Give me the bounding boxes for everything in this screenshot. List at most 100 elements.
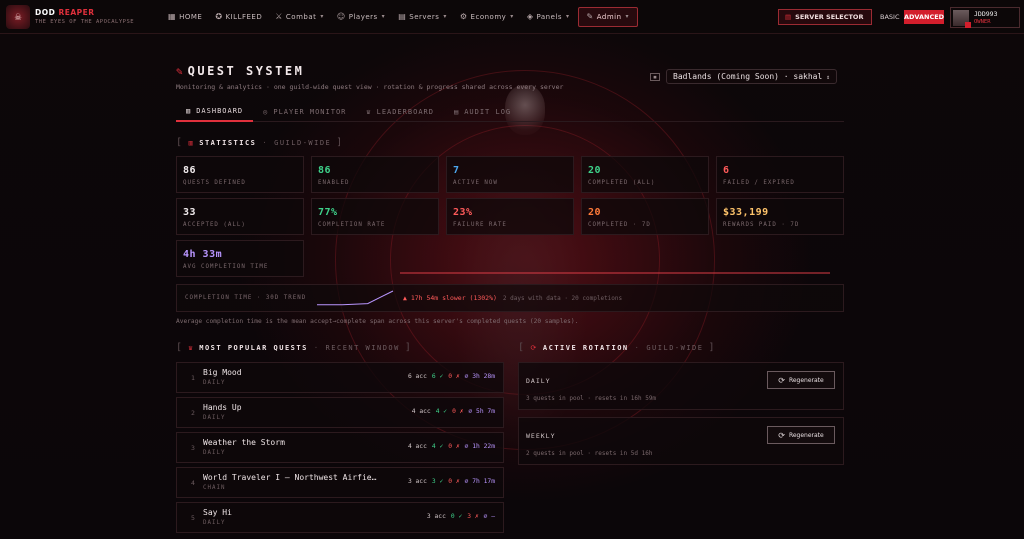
- quest-type: CHAIN: [203, 485, 226, 491]
- stat-value: 20: [588, 165, 602, 176]
- tab-leaderboard[interactable]: ♛ LEADERBOARD: [356, 102, 444, 122]
- stat-label: FAILURE RATE: [453, 222, 507, 228]
- bg-line: [400, 272, 830, 274]
- trend-delta: ▲ 17h 54m slower (1302%): [403, 294, 497, 302]
- brand-logo[interactable]: ☠ DOD REAPER THE EYES OF THE APOCALYPSE: [6, 4, 156, 29]
- tab-label: DASHBOARD: [196, 107, 244, 115]
- rotation-tag: GUILD-WIDE: [646, 343, 704, 352]
- quest-completed: 4 ✓: [435, 408, 448, 415]
- quest-stats: 3 acc 3 ✓ 0 ✗ ⌀ 7h 17m: [408, 478, 495, 485]
- stat-card: 20 COMPLETED · 7D: [581, 198, 709, 235]
- rotation-title: ACTIVE ROTATION: [542, 343, 629, 352]
- server-icon: ▪: [650, 72, 660, 81]
- refresh-icon: ⟳: [778, 430, 785, 440]
- bracket: [: [176, 342, 184, 353]
- user-menu[interactable]: JDD993 OWNER: [950, 7, 1020, 28]
- chevron-down-icon: ▾: [443, 13, 447, 20]
- chevron-down-icon: ▾: [566, 13, 570, 20]
- stat-value: 4h 33m: [183, 249, 223, 260]
- stat-value: 86: [318, 165, 332, 176]
- bracket: [: [518, 342, 526, 353]
- chart-icon: ▥: [188, 138, 195, 147]
- server-selector-button[interactable]: ▤ SERVER SELECTOR: [778, 9, 872, 25]
- quest-stats: 4 acc 4 ✓ 0 ✗ ⌀ 1h 22m: [408, 443, 495, 450]
- nav-item-servers[interactable]: ▤ Servers ▾: [393, 7, 452, 27]
- stat-label: AVG COMPLETION TIME: [183, 264, 269, 270]
- brand-title: DOD REAPER: [35, 8, 134, 17]
- popular-title: MOST POPULAR QUESTS: [199, 343, 308, 352]
- trophy-icon: ♛: [188, 343, 195, 352]
- rotation-detail: 3 quests in pool · resets in 16h 59m: [526, 395, 657, 402]
- regenerate-label: Regenerate: [788, 431, 824, 439]
- quest-failed: 0 ✗: [448, 443, 460, 450]
- nav-item-killfeed[interactable]: ✪ KILLFEED: [210, 7, 267, 27]
- trend-label: COMPLETION TIME · 30D TREND: [185, 295, 307, 301]
- chevron-down-icon: ▾: [625, 13, 630, 20]
- stat-card: $33,199 REWARDS PAID · 7D: [716, 198, 844, 235]
- brand-title-b: REAPER: [58, 8, 95, 17]
- quest-avg-time: ⌀ 3h 28m: [464, 373, 495, 380]
- quest-rank: 5: [191, 514, 195, 522]
- quest-avg-time: ⌀ 5h 7m: [468, 408, 495, 415]
- tab-label: PLAYER MONITOR: [273, 108, 347, 116]
- quest-name: World Traveler I — Northwest Airfie…: [203, 473, 377, 482]
- nav-item-label: Combat: [285, 12, 317, 21]
- quest-type: DAILY: [203, 415, 226, 421]
- quest-row[interactable]: 3 Weather the Storm DAILY 4 acc 4 ✓ 0 ✗ ⌀ 1h 2…: [176, 432, 504, 463]
- nav-players-icon: ☺: [336, 12, 346, 21]
- stat-card: 20 COMPLETED (ALL): [581, 156, 709, 193]
- nav-item-label: HOME: [179, 12, 203, 21]
- quest-rank: 3: [191, 444, 195, 452]
- bracket: [: [176, 137, 184, 148]
- tab-bar: ▥ DASHBOARD ◎ PLAYER MONITOR ♛ LEADERBOARD ▤ AU…: [176, 102, 844, 122]
- brand-title-a: DOD: [35, 8, 56, 17]
- stat-card: 23% FAILURE RATE: [446, 198, 574, 235]
- rotation-heading: WEEKLY: [526, 432, 556, 440]
- stat-card: 4h 33m AVG COMPLETION TIME: [176, 240, 304, 277]
- nav-item-home[interactable]: ▦ HOME: [163, 7, 207, 27]
- nav-item-panels[interactable]: ◈ Panels ▾: [522, 7, 575, 27]
- regenerate-button[interactable]: ⟳ Regenerate: [767, 371, 835, 389]
- popular-tag: RECENT WINDOW: [325, 343, 400, 352]
- advanced-mode-toggle[interactable]: ADVANCED: [904, 10, 944, 24]
- nav-home-icon: ▦: [168, 12, 177, 21]
- quest-row[interactable]: 1 Big Mood DAILY 6 acc 6 ✓ 0 ✗ ⌀ 3h 28m: [176, 362, 504, 393]
- nav-item-admin[interactable]: ✎ Admin ▾: [577, 6, 639, 27]
- nav-item-combat[interactable]: ⚔ Combat ▾: [270, 7, 329, 27]
- brand-subtitle: THE EYES OF THE APOCALYPSE: [35, 19, 135, 25]
- quest-name: Big Mood: [203, 368, 242, 377]
- stat-card: 77% COMPLETION RATE: [311, 198, 439, 235]
- stat-label: COMPLETED (ALL): [588, 180, 656, 186]
- quest-type: DAILY: [203, 380, 226, 386]
- server-selector-label: SERVER SELECTOR: [795, 13, 864, 21]
- stat-label: FAILED / EXPIRED: [723, 180, 795, 186]
- quest-failed: 0 ✗: [448, 478, 460, 485]
- trend-sparkline: [317, 290, 394, 306]
- separator: ·: [262, 138, 269, 147]
- refresh-icon: ⟳: [530, 343, 538, 352]
- tab-dashboard[interactable]: ▥ DASHBOARD: [176, 102, 254, 122]
- quest-row[interactable]: 4 World Traveler I — Northwest Airfie… CHA…: [176, 467, 504, 498]
- nav-item-economy[interactable]: ⚙ Economy ▾: [455, 7, 519, 27]
- server-dropdown[interactable]: ▪ Badlands (Coming Soon) · sakhal ⇕: [650, 69, 844, 84]
- nav-servers-icon: ▤: [398, 12, 407, 21]
- quest-row[interactable]: 5 Say Hi DAILY 3 acc 0 ✓ 3 ✗ ⌀ —: [176, 502, 504, 533]
- nav-item-label: Players: [348, 12, 378, 21]
- tab-label: AUDIT LOG: [464, 108, 512, 116]
- nav-killfeed-icon: ✪: [215, 12, 223, 21]
- chevron-down-icon: ▾: [320, 13, 324, 20]
- basic-mode-toggle[interactable]: BASIC: [880, 13, 900, 21]
- stat-label: COMPLETED · 7D: [588, 222, 651, 228]
- stat-value: 6: [723, 165, 730, 176]
- regenerate-button[interactable]: ⟳ Regenerate: [767, 426, 835, 444]
- tab-player-monitor[interactable]: ◎ PLAYER MONITOR: [253, 102, 356, 122]
- quest-type: DAILY: [203, 520, 226, 526]
- regenerate-label: Regenerate: [788, 376, 824, 384]
- nav-item-players[interactable]: ☺ Players ▾: [332, 7, 390, 27]
- chevron-updown-icon: ⇕: [826, 74, 830, 81]
- quest-row[interactable]: 2 Hands Up DAILY 4 acc 4 ✓ 0 ✗ ⌀ 5h 7m: [176, 397, 504, 428]
- quest-name: Say Hi: [203, 508, 232, 517]
- tab-audit-log[interactable]: ▤ AUDIT LOG: [444, 102, 521, 122]
- bracket: ]: [336, 137, 344, 148]
- nav-panels-icon: ◈: [526, 12, 534, 21]
